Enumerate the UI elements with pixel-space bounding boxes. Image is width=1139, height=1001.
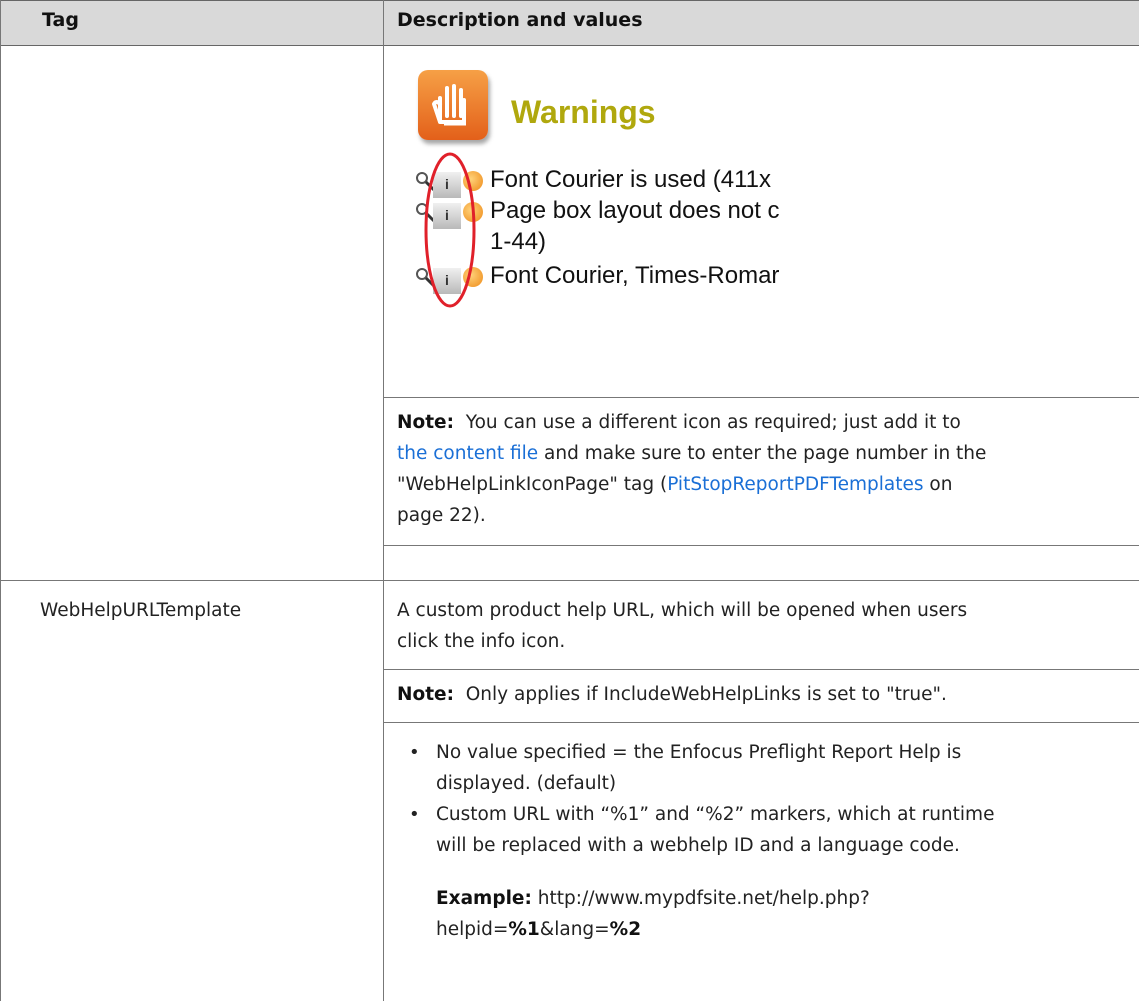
note-line-1: Note: You can use a different icon as re… [397,408,961,438]
note-rule-bottom [383,722,1139,723]
note-label: Note: [397,684,454,705]
note-rule-top [383,397,1139,398]
example-url: http://www.mypdfsite.net/help.php? [537,888,870,909]
bullet-1-line-2: displayed. (default) [436,773,617,794]
warnings-screenshot: Warnings i Font Courier is used (411x i … [408,58,908,378]
note-text: and make sure to enter the page number i… [544,443,987,464]
example-line-2: helpid=%1&lang=%2 [436,915,641,945]
description-line-2: click the info icon. [397,631,566,652]
header-tag: Tag [42,9,79,31]
example-placeholder: %2 [609,919,642,940]
note-rule-top [383,669,1139,670]
header-description: Description and values [397,9,643,31]
warning-row: Font Courier is used (411x [490,166,772,193]
tag-webhelpurltemplate: WebHelpURLTemplate [40,600,242,621]
content-file-link[interactable]: the content file [397,443,538,464]
note-text: on [929,474,953,495]
bullet-dot: • [409,804,420,825]
example-placeholder: %1 [508,919,540,940]
parameter-table: Tag Description and values Warnings i Fo… [0,0,1139,1001]
table-left-border [0,0,1,1001]
bullet-1-line-1: No value specified = the Enfocus Preflig… [436,742,962,763]
description-line-1: A custom product help URL, which will be… [397,600,968,621]
table-header: Tag Description and values [0,0,1139,46]
example-text: &lang= [539,919,610,940]
warning-row: Font Courier, Times-Romar [490,262,780,289]
warning-hand-icon [418,70,488,140]
highlight-ellipse [424,152,476,308]
row-separator [0,580,1139,581]
note-text: You can use a different icon as required… [465,412,961,433]
note-line-2: the content file and make sure to enter … [397,439,986,469]
note-only-applies: Note: Only applies if IncludeWebHelpLink… [397,680,947,710]
note-line-4: page 22). [397,505,486,526]
bullet-2-line-2: will be replaced with a webhelp ID and a… [436,835,960,856]
note-text: "WebHelpLinkIconPage" tag ( [397,474,668,495]
bullet-dot: • [409,742,420,763]
pitstop-templates-link[interactable]: PitStopReportPDFTemplates [667,474,923,495]
note-rule-bottom [383,545,1139,546]
note-label: Note: [397,412,454,433]
example-line-1: Example: http://www.mypdfsite.net/help.p… [436,884,870,914]
note-text: Only applies if IncludeWebHelpLinks is s… [465,684,947,705]
warning-row: Page box layout does not c [490,197,780,224]
table-column-divider [383,0,384,1001]
example-label: Example: [436,888,532,909]
warnings-title: Warnings [511,94,656,130]
bullet-2-line-1: Custom URL with “%1” and “%2” markers, w… [436,804,995,825]
warning-row-continuation: 1-44) [490,228,547,255]
example-text: helpid= [436,919,509,940]
note-line-3: "WebHelpLinkIconPage" tag (PitStopReport… [397,470,952,500]
